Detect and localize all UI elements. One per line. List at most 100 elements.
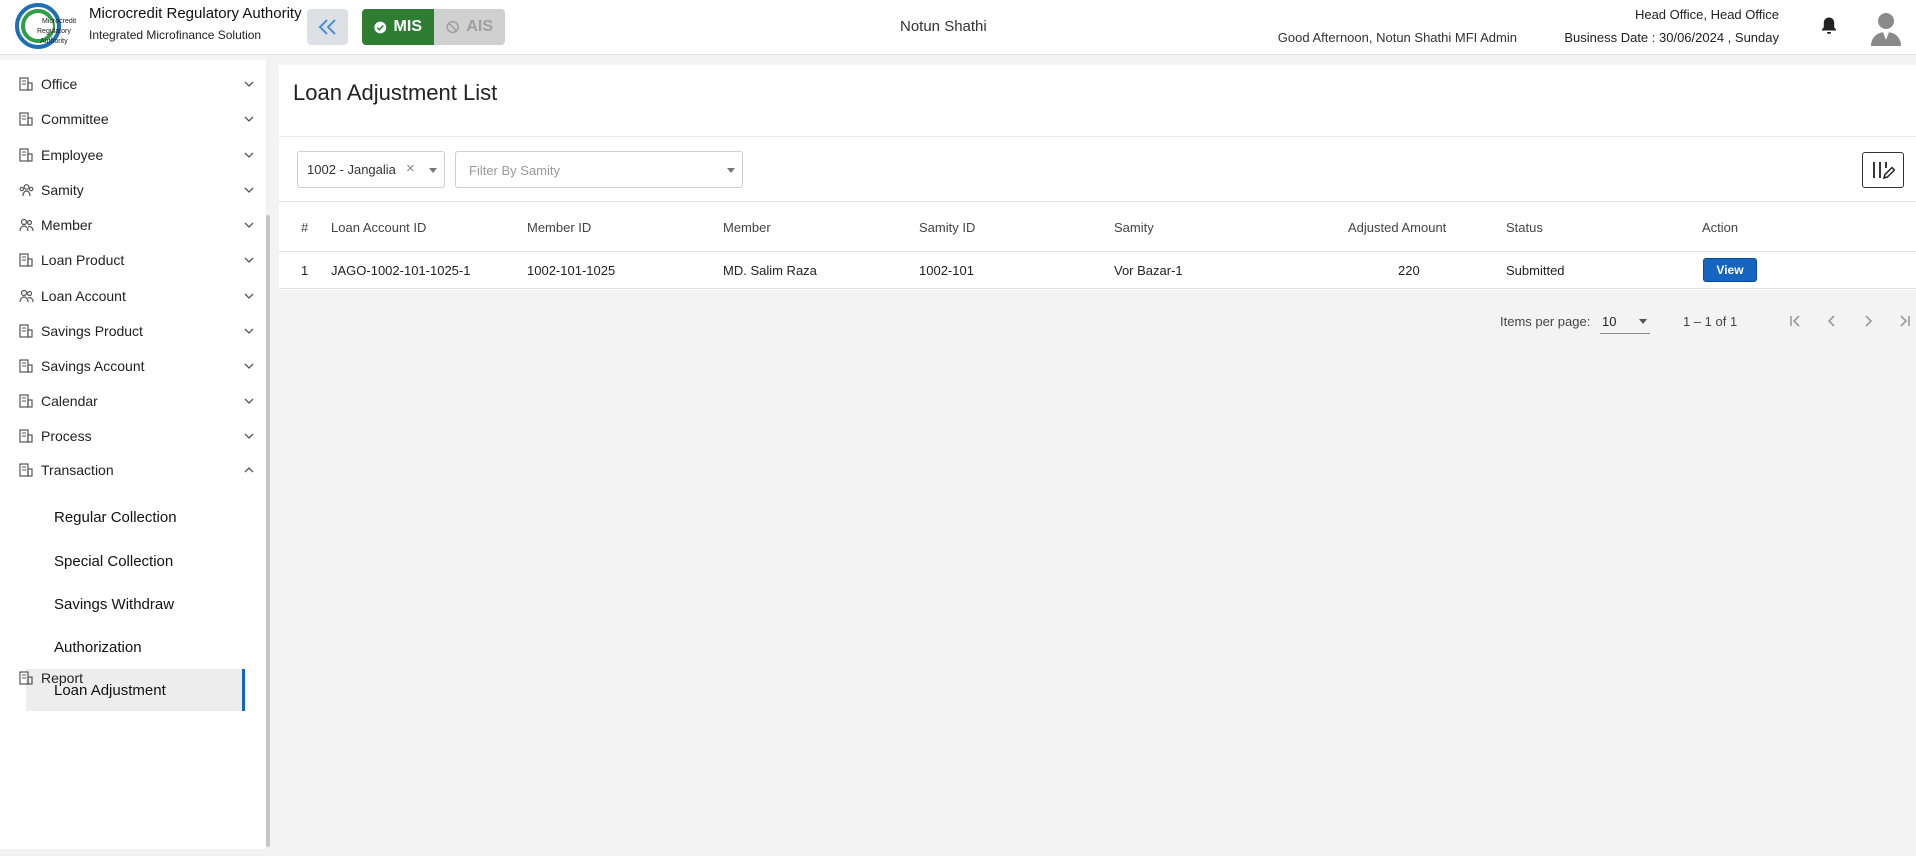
office-filter-select[interactable]: 1002 - Jangalia × [297, 151, 445, 188]
samity-filter-placeholder: Filter By Samity [469, 163, 561, 178]
sidebar-item-transaction[interactable]: Transaction [0, 452, 262, 488]
sidebar-item-label: Report [41, 670, 84, 686]
sidebar-subitem-regular-collection[interactable]: Regular Collection [26, 496, 245, 538]
sidebar-item-office[interactable]: Office [0, 66, 262, 102]
building-icon [18, 323, 34, 339]
chevron-down-icon [243, 78, 255, 90]
sidebar-collapse-button[interactable] [307, 9, 348, 45]
chevron-down-icon [243, 290, 255, 302]
sidebar-item-committee[interactable]: Committee [0, 101, 262, 137]
chevron-down-icon [243, 219, 255, 231]
last-page-icon [1900, 315, 1910, 327]
users-icon [18, 288, 34, 304]
sidebar-item-loan-account[interactable]: Loan Account [0, 278, 262, 314]
samity-filter-select[interactable]: Filter By Samity [455, 151, 743, 188]
chevron-down-icon [243, 184, 255, 196]
business-date: Business Date : 30/06/2024 , Sunday [1564, 30, 1779, 45]
view-button[interactable]: View [1703, 258, 1757, 282]
sidebar-item-calendar[interactable]: Calendar [0, 383, 262, 419]
previous-page-button[interactable] [1815, 304, 1849, 338]
cell-samity: Vor Bazar-1 [1114, 263, 1183, 278]
mis-label: MIS [393, 18, 422, 35]
clear-icon[interactable]: × [406, 160, 415, 177]
sidebar-subitem-special-collection[interactable]: Special Collection [26, 540, 245, 582]
report-icon [18, 670, 34, 686]
brand-title: Microcredit Regulatory Authority [89, 5, 302, 22]
items-per-page-label: Items per page: [1500, 314, 1591, 329]
chevron-down-icon [243, 254, 255, 266]
table-row: 1 JAGO-1002-101-1025-1 1002-101-1025 MD. Sa… [279, 252, 1916, 289]
mra-logo: Microcredit Regulatory Authority [15, 3, 76, 49]
sidebar-subitem-savings-withdraw[interactable]: Savings Withdraw [26, 583, 245, 625]
sidebar-item-employee[interactable]: Employee [0, 137, 262, 173]
top-header: Microcredit Regulatory Authority Microcr… [0, 0, 1916, 55]
chevron-down-icon [243, 149, 255, 161]
users-icon [18, 217, 34, 233]
column-header: Member [723, 220, 771, 235]
notification-bell-icon[interactable] [1820, 16, 1838, 36]
check-circle-icon [374, 21, 387, 33]
mis-mode-button[interactable]: MIS [362, 9, 434, 45]
chevron-down-icon [243, 395, 255, 407]
page-size-value: 10 [1602, 314, 1617, 329]
chevron-down-icon [243, 113, 255, 125]
sidebar-subitem-label: Regular Collection [54, 508, 177, 526]
last-page-button[interactable] [1887, 304, 1916, 338]
sidebar-item-loan-product[interactable]: Loan Product [0, 242, 262, 278]
cell-member: MD. Salim Raza [723, 263, 817, 278]
sidebar-item-process[interactable]: Process [0, 418, 262, 454]
sidebar-item-label: Loan Product [41, 252, 125, 268]
chevron-down-icon [243, 325, 255, 337]
building-icon [18, 252, 34, 268]
building-icon [18, 462, 34, 478]
dropdown-caret-icon [429, 168, 437, 173]
current-office: Head Office, Head Office [1634, 7, 1779, 22]
dropdown-caret-icon [1639, 319, 1647, 324]
sidebar-item-savings-product[interactable]: Savings Product [0, 313, 262, 349]
cell-no: 1 [301, 263, 309, 278]
sidebar-item-label: Committee [41, 111, 109, 127]
sidebar-subitem-label: Special Collection [54, 552, 174, 570]
sidebar-item-label: Savings Product [41, 323, 143, 339]
ais-label: AIS [466, 18, 493, 35]
office-filter-value: 1002 - Jangalia [307, 162, 396, 177]
sidebar-subitem-label: Authorization [54, 638, 142, 656]
sidebar-item-samity[interactable]: Samity [0, 172, 262, 208]
sidebar-item-label: Office [41, 76, 78, 92]
sidebar-item-savings-account[interactable]: Savings Account [0, 348, 262, 384]
column-settings-button[interactable] [1862, 152, 1904, 188]
sidebar-item-label: Process [41, 428, 92, 444]
chevron-up-icon [243, 464, 255, 476]
chevron-down-icon [243, 430, 255, 442]
logo-text-1: Microcredit [42, 18, 76, 25]
page-size-select[interactable]: 10 [1600, 306, 1650, 334]
sidebar-item-member[interactable]: Member [0, 207, 262, 243]
sidebar-scrollbar[interactable] [266, 215, 270, 847]
dropdown-caret-icon [727, 168, 735, 173]
group-icon [18, 182, 34, 198]
building-icon [18, 111, 34, 127]
first-page-icon [1790, 315, 1800, 327]
sidebar: Office Committee Employee Samity Member Loan … [0, 60, 270, 849]
sidebar-item-label: Member [41, 217, 93, 233]
first-page-button[interactable] [1779, 304, 1813, 338]
ais-mode-button[interactable]: AIS [434, 9, 505, 45]
column-header: Adjusted Amount [1348, 220, 1447, 235]
building-icon [18, 147, 34, 163]
main-panel: Loan Adjustment List 1002 - Jangalia × F… [279, 65, 1916, 353]
block-icon [446, 20, 459, 34]
chevron-down-icon [243, 360, 255, 372]
sidebar-subitem-label: Savings Withdraw [54, 595, 175, 613]
cell-loan-account-id: JAGO-1002-101-1025-1 [331, 263, 471, 278]
next-page-button[interactable] [1851, 304, 1885, 338]
paginator: Items per page: 10 1 – 1 of 1 [279, 290, 1916, 353]
sidebar-item-label: Calendar [41, 393, 98, 409]
building-icon [18, 76, 34, 92]
page-title: Loan Adjustment List [293, 80, 498, 105]
sidebar-item-label: Samity [41, 182, 84, 198]
greeting-text: Good Afternoon, Notun Shathi MFI Admin [1277, 30, 1517, 45]
column-header: Loan Account ID [331, 220, 427, 235]
chevron-left-icon [1827, 315, 1835, 327]
user-avatar[interactable] [1870, 10, 1902, 46]
sidebar-item-report[interactable]: Report [0, 660, 262, 696]
